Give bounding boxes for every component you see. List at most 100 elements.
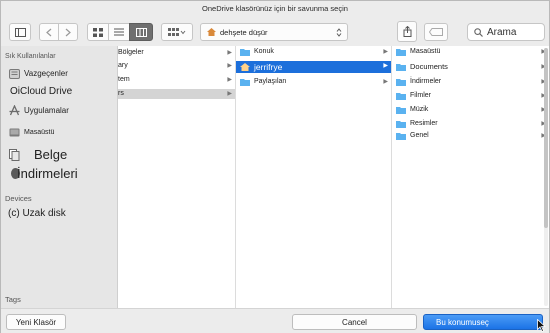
icloud-icon: O bbox=[10, 86, 18, 97]
chevron-right-icon: ▶ bbox=[227, 91, 232, 97]
folder-icon bbox=[396, 107, 406, 114]
list-item-selected[interactable]: rs ▶ bbox=[118, 89, 235, 99]
chevron-right-icon bbox=[65, 28, 71, 36]
folder-icon bbox=[240, 49, 250, 56]
list-item[interactable]: Konuk ▶ bbox=[236, 47, 391, 57]
home-icon bbox=[207, 28, 216, 36]
item-label: ary bbox=[118, 62, 128, 69]
folder-icon bbox=[396, 49, 406, 56]
column-view-button[interactable] bbox=[129, 23, 153, 41]
arrange-grid-icon bbox=[168, 27, 186, 36]
toolbar: dehşete düşür Arama bbox=[1, 16, 549, 46]
sidebar-item-label: Belge bbox=[34, 147, 68, 162]
chevron-left-icon bbox=[46, 28, 52, 36]
search-placeholder: Arama bbox=[487, 26, 517, 38]
chevron-right-icon: ▶ bbox=[383, 63, 388, 69]
bottom-bar: Yeni Klasör Cancel Bu konumuseç bbox=[1, 308, 549, 333]
sidebar-item-recents[interactable]: Vazgeçenler bbox=[9, 68, 68, 79]
list-item[interactable]: tem ▶ bbox=[118, 75, 235, 85]
sidebar-item-remote-disk[interactable]: (c) Uzak disk bbox=[8, 208, 66, 219]
updown-arrows-icon bbox=[336, 27, 342, 37]
item-label: Bölgeler bbox=[118, 49, 144, 56]
documents-icon bbox=[9, 148, 20, 161]
grid-icon bbox=[93, 27, 103, 37]
column-3: Masaüstü ▶ Documents ▶ İndirmeler ▶ Film… bbox=[392, 46, 549, 308]
item-label: Paylaşılan bbox=[254, 78, 287, 85]
sidebar-item-downloads[interactable]: İndirmeleri bbox=[11, 166, 78, 181]
folder-icon bbox=[396, 93, 406, 100]
list-item[interactable]: Masaüstü ▶ bbox=[392, 47, 549, 57]
item-label: Genel bbox=[410, 132, 429, 139]
folder-icon bbox=[396, 121, 406, 128]
new-folder-button[interactable]: Yeni Klasör bbox=[6, 314, 66, 330]
sidebar-item-label: iCloud Drive bbox=[17, 86, 73, 97]
item-label: Resimler bbox=[410, 120, 438, 127]
applications-icon bbox=[9, 105, 20, 116]
sidebar-toggle-button[interactable] bbox=[9, 23, 31, 41]
cancel-button[interactable]: Cancel bbox=[292, 314, 417, 330]
list-item-selected[interactable]: jerrifrye ▶ bbox=[236, 61, 391, 73]
list-item[interactable]: Paylaşılan ▶ bbox=[236, 77, 391, 87]
item-label: tem bbox=[118, 76, 130, 83]
column-1: Bölgeler ▶ ary ▶ tem ▶ rs ▶ bbox=[118, 46, 236, 308]
list-item[interactable]: İndirmeler ▶ bbox=[392, 77, 549, 87]
choose-location-button[interactable]: Bu konumuseç bbox=[423, 314, 543, 330]
folder-icon bbox=[240, 79, 250, 86]
column-browser: Bölgeler ▶ ary ▶ tem ▶ rs ▶ Konuk ▶ jerr… bbox=[118, 46, 549, 308]
tags-header: Tags bbox=[5, 295, 21, 304]
sidebar-item-label: Masaüstü bbox=[24, 129, 55, 136]
mouse-cursor-icon bbox=[537, 319, 546, 332]
desktop-icon bbox=[9, 127, 20, 138]
recents-icon bbox=[9, 68, 20, 79]
location-dropdown[interactable]: dehşete düşür bbox=[200, 23, 348, 41]
list-item[interactable]: ary ▶ bbox=[118, 61, 235, 71]
sidebar-item-icloud-drive[interactable]: O iCloud Drive bbox=[10, 86, 72, 97]
sidebar-item-applications[interactable]: Uygulamalar bbox=[9, 105, 69, 116]
list-item[interactable]: Bölgeler ▶ bbox=[118, 48, 235, 58]
folder-icon bbox=[396, 64, 406, 71]
list-item[interactable]: Resimler ▶ bbox=[392, 119, 549, 129]
list-item[interactable]: Genel ▶ bbox=[392, 131, 549, 141]
chevron-right-icon: ▶ bbox=[383, 49, 388, 55]
item-label: Konuk bbox=[254, 48, 274, 55]
sidebar: Sık Kullanılanlar Vazgeçenler O iCloud D… bbox=[1, 46, 118, 308]
item-label: rs bbox=[118, 90, 124, 97]
item-label: Documents bbox=[410, 62, 448, 71]
favorites-header: Sık Kullanılanlar bbox=[5, 53, 56, 60]
back-button[interactable] bbox=[39, 23, 59, 41]
chevron-right-icon: ▶ bbox=[227, 63, 232, 69]
chevron-right-icon: ▶ bbox=[227, 50, 232, 56]
folder-icon bbox=[396, 79, 406, 86]
sidebar-item-desktop[interactable]: Masaüstü bbox=[9, 127, 54, 138]
forward-button[interactable] bbox=[58, 23, 78, 41]
list-view-button[interactable] bbox=[108, 23, 130, 41]
devices-header: Devices bbox=[5, 194, 32, 203]
chevron-right-icon: ▶ bbox=[227, 77, 232, 83]
item-label: Filmler bbox=[410, 92, 431, 99]
tag-icon bbox=[429, 28, 443, 36]
home-folder-icon bbox=[240, 63, 250, 71]
sidebar-item-documents[interactable]: Belge bbox=[9, 147, 67, 162]
arrange-menu-button[interactable] bbox=[161, 23, 193, 41]
tag-button[interactable] bbox=[424, 23, 448, 41]
scrollbar[interactable] bbox=[544, 48, 548, 306]
location-label: dehşete düşür bbox=[220, 27, 268, 37]
search-field[interactable]: Arama bbox=[467, 23, 545, 41]
item-label: İndirmeler bbox=[410, 78, 442, 85]
share-button[interactable] bbox=[397, 21, 417, 42]
list-item[interactable]: Documents ▶ bbox=[392, 62, 549, 72]
file-chooser-window: OneDrive klasörünüz için bir savunma seç… bbox=[0, 0, 550, 333]
sidebar-item-label: Uygulamalar bbox=[24, 106, 69, 115]
window-title: OneDrive klasörünüz için bir savunma seç… bbox=[202, 4, 348, 13]
item-label: jerrifrye bbox=[254, 62, 283, 72]
chevron-right-icon: ▶ bbox=[383, 79, 388, 85]
icon-view-button[interactable] bbox=[87, 23, 109, 41]
list-item[interactable]: Müzik ▶ bbox=[392, 105, 549, 115]
column-2: Konuk ▶ jerrifrye ▶ Paylaşılan ▶ bbox=[236, 46, 392, 308]
folder-icon bbox=[396, 133, 406, 140]
item-label: Masaüstü bbox=[410, 48, 441, 55]
columns-icon bbox=[135, 27, 147, 37]
search-icon bbox=[474, 27, 483, 37]
list-item[interactable]: Filmler ▶ bbox=[392, 91, 549, 101]
list-icon bbox=[114, 28, 124, 36]
